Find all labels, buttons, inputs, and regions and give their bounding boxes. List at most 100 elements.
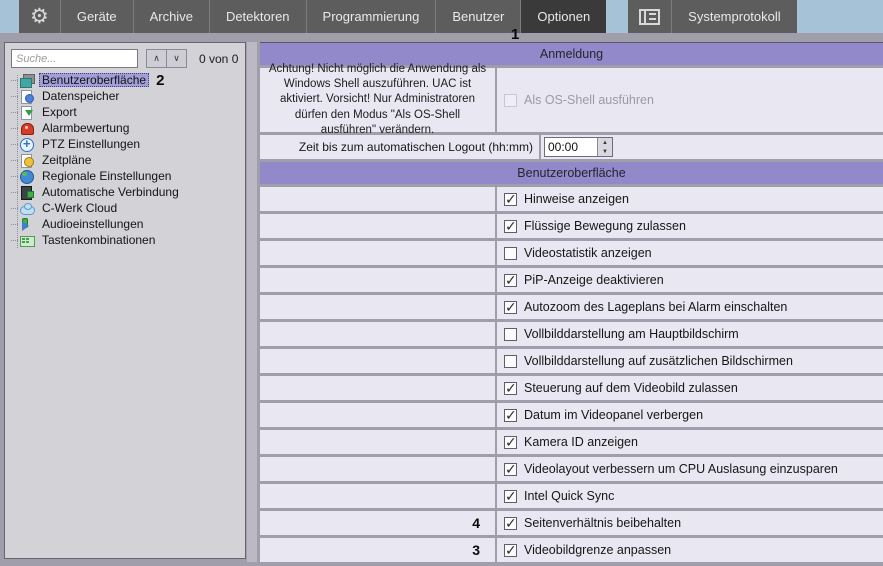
settings-row: Videolayout verbessern um CPU Auslasung … <box>260 457 883 481</box>
sidebar-item-alarmbewertung[interactable]: Alarmbewertung <box>5 120 245 136</box>
os-shell-cell: Als OS-Shell ausführen <box>497 68 883 132</box>
logout-timeout-label: Zeit bis zum automatischen Logout (hh:mm… <box>299 140 533 154</box>
sidebar-item-automatische-verbindung[interactable]: Automatische Verbindung <box>5 184 245 200</box>
schedule-clock-icon <box>20 154 34 167</box>
search-input[interactable] <box>11 49 138 68</box>
row-option-cell: Kamera ID anzeigen <box>497 430 883 454</box>
settings-gear-tab[interactable]: ⚙ <box>19 0 60 33</box>
row-option-cell: Datum im Videopanel verbergen <box>497 403 883 427</box>
spin-down-icon[interactable]: ▼ <box>598 147 612 156</box>
settings-row: Hinweise anzeigen <box>260 187 883 211</box>
tree-item-label: Alarmbewertung <box>39 121 132 135</box>
search-prev-button[interactable]: ∧ <box>146 49 167 68</box>
settings-row: PiP-Anzeige deaktivieren <box>260 268 883 292</box>
logout-timeout-row: Zeit bis zum automatischen Logout (hh:mm… <box>260 135 883 159</box>
row-annotation-cell <box>260 484 495 508</box>
row-annotation-cell <box>260 268 495 292</box>
row-annotation-cell <box>260 376 495 400</box>
options-panel: Anmeldung Achtung! Nicht möglich die Anw… <box>260 42 883 566</box>
sidebar-item-datenspeicher[interactable]: Datenspeicher <box>5 88 245 104</box>
row-option-cell: PiP-Anzeige deaktivieren <box>497 268 883 292</box>
option-label: Vollbilddarstellung auf zusätzlichen Bil… <box>524 354 793 368</box>
settings-row: Datum im Videopanel verbergen <box>260 403 883 427</box>
option-checkbox[interactable] <box>504 409 517 422</box>
row-option-cell: Hinweise anzeigen <box>497 187 883 211</box>
settings-row: Kamera ID anzeigen <box>260 430 883 454</box>
tab-optionen[interactable]: Optionen <box>520 0 606 33</box>
option-label: Intel Quick Sync <box>524 489 614 503</box>
tree-item-label: C-Werk Cloud <box>39 201 120 215</box>
server-connect-icon <box>20 186 34 199</box>
settings-row: Videostatistik anzeigen <box>260 241 883 265</box>
tab-systemprotokoll[interactable]: Systemprotokoll <box>671 0 796 33</box>
os-shell-row: Achtung! Nicht möglich die Anwendung als… <box>260 68 883 132</box>
ptz-crosshair-icon <box>20 138 34 151</box>
tab-label: Optionen <box>537 9 590 24</box>
tree-item-label: Automatische Verbindung <box>39 185 182 199</box>
search-next-button[interactable]: ∨ <box>166 49 187 68</box>
tree-item-label: Datenspeicher <box>39 89 122 103</box>
option-checkbox[interactable] <box>504 517 517 530</box>
option-label: Hinweise anzeigen <box>524 192 629 206</box>
option-label: Seitenverhältnis beibehalten <box>524 516 681 530</box>
sidebar-splitter[interactable] <box>247 42 257 562</box>
sidebar-item-benutzeroberflaeche[interactable]: Benutzeroberfläche 2 <box>5 72 245 88</box>
option-checkbox[interactable] <box>504 382 517 395</box>
tab-detektoren[interactable]: Detektoren <box>209 0 306 33</box>
option-checkbox[interactable] <box>504 301 517 314</box>
settings-row: 4 Seitenverhältnis beibehalten <box>260 511 883 535</box>
option-checkbox[interactable] <box>504 274 517 287</box>
spin-up-icon[interactable]: ▲ <box>598 138 612 147</box>
tab-benutzer[interactable]: Benutzer <box>435 0 520 33</box>
sidebar-item-export[interactable]: Export <box>5 104 245 120</box>
tree-item-label: Zeitpläne <box>39 153 94 167</box>
sidebar-item-c-werk-cloud[interactable]: C-Werk Cloud <box>5 200 245 216</box>
row-option-cell: Videolayout verbessern um CPU Auslasung … <box>497 457 883 481</box>
row-option-cell: Flüssige Bewegung zulassen <box>497 214 883 238</box>
warning-cell: Achtung! Nicht möglich die Anwendung als… <box>260 68 495 132</box>
settings-tree: Benutzeroberfläche 2 Datenspeicher Expor… <box>5 72 245 558</box>
storage-document-icon <box>20 90 34 103</box>
row-annotation-cell <box>260 187 495 211</box>
option-checkbox[interactable] <box>504 220 517 233</box>
option-checkbox[interactable] <box>504 355 517 368</box>
sidebar-item-regionale-einstellungen[interactable]: Regionale Einstellungen <box>5 168 245 184</box>
row-option-cell: Autozoom des Lageplans bei Alarm einscha… <box>497 295 883 319</box>
option-label: Kamera ID anzeigen <box>524 435 638 449</box>
settings-row: Steuerung auf dem Videobild zulassen <box>260 376 883 400</box>
tab-archive[interactable]: Archive <box>133 0 209 33</box>
option-checkbox[interactable] <box>504 436 517 449</box>
option-label: Videostatistik anzeigen <box>524 246 652 260</box>
option-label: Datum im Videopanel verbergen <box>524 408 703 422</box>
section-header-benutzeroberflaeche: Benutzeroberfläche <box>260 162 883 184</box>
settings-row: 3 Videobildgrenze anpassen <box>260 538 883 562</box>
row-option-cell: Steuerung auf dem Videobild zulassen <box>497 376 883 400</box>
option-checkbox[interactable] <box>504 544 517 557</box>
option-checkbox[interactable] <box>504 247 517 260</box>
sidebar-item-tastenkombinationen[interactable]: Tastenkombinationen <box>5 232 245 248</box>
tab-programmierung[interactable]: Programmierung <box>306 0 436 33</box>
row-annotation: 3 <box>472 542 480 558</box>
top-bar: ⚙ Geräte ArchiveDetektorenProgrammierungB… <box>0 0 883 33</box>
option-checkbox[interactable] <box>504 328 517 341</box>
settings-row: Flüssige Bewegung zulassen <box>260 214 883 238</box>
settings-sidebar: ∧ ∨ 0 von 0 Benutzeroberfläche 2 Datensp… <box>4 42 246 559</box>
row-annotation-cell <box>260 322 495 346</box>
tab-geraete[interactable]: Geräte <box>60 0 133 33</box>
logout-timeout-input[interactable] <box>545 138 597 156</box>
tree-item-label: Benutzeroberfläche <box>39 73 149 87</box>
sidebar-item-zeitplaene[interactable]: Zeitpläne <box>5 152 245 168</box>
sidebar-item-ptz-einstellungen[interactable]: PTZ Einstellungen <box>5 136 245 152</box>
os-shell-checkbox[interactable] <box>504 94 517 107</box>
sidebar-item-audioeinstellungen[interactable]: Audioeinstellungen <box>5 216 245 232</box>
row-annotation-cell <box>260 295 495 319</box>
row-option-cell: Vollbilddarstellung am Hauptbildschirm <box>497 322 883 346</box>
option-checkbox[interactable] <box>504 193 517 206</box>
tab-label: Systemprotokoll <box>688 9 780 24</box>
option-checkbox[interactable] <box>504 463 517 476</box>
annotation-2: 2 <box>156 72 164 89</box>
microphone-speaker-icon <box>20 218 34 231</box>
syslog-icon-tab[interactable] <box>628 0 671 33</box>
tab-label: Geräte <box>77 9 117 24</box>
option-checkbox[interactable] <box>504 490 517 503</box>
